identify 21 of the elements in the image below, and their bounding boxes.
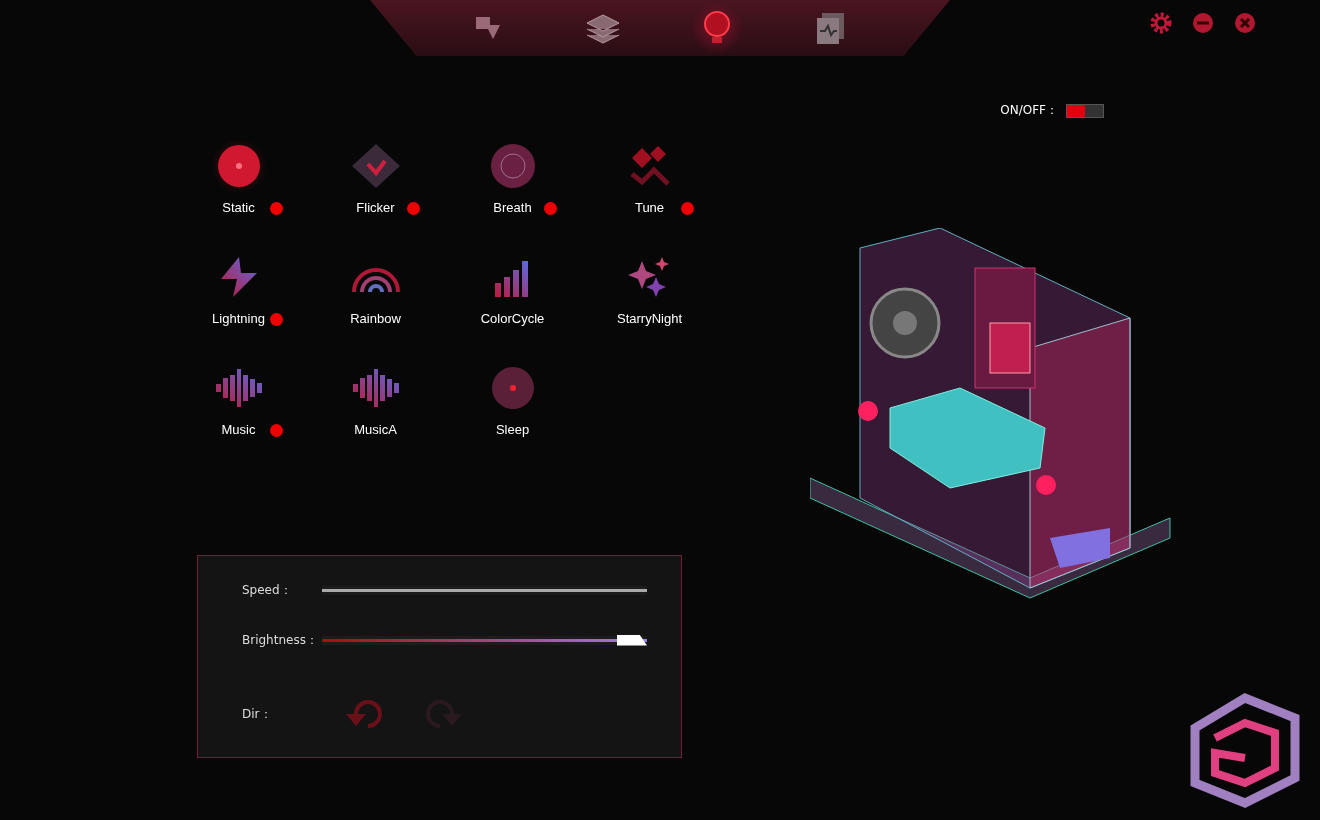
effect-option[interactable]: MusicA	[307, 360, 444, 437]
power-label: ON/OFF：	[1000, 102, 1058, 119]
effect-option[interactable]: Breath	[444, 138, 581, 215]
effect-option[interactable]: Music	[170, 360, 307, 437]
effect-option[interactable]: Lightning	[170, 249, 307, 326]
effect-option[interactable]: Flicker	[307, 138, 444, 215]
effect-option[interactable]: Static	[170, 138, 307, 215]
effect-option[interactable]: ColorCycle	[444, 249, 581, 326]
slider-label: Brightness：	[242, 631, 319, 649]
effect-option[interactable]: Rainbow	[307, 249, 444, 326]
power-toggle[interactable]	[1066, 103, 1104, 118]
direction-label: Dir：	[242, 705, 273, 723]
slider-thumb[interactable]	[617, 634, 647, 646]
minimize-button[interactable]	[1192, 12, 1214, 34]
close-button[interactable]	[1234, 12, 1256, 34]
effect-option[interactable]: Sleep	[444, 360, 581, 437]
effect-option[interactable]: Tune	[581, 138, 718, 215]
effect-option[interactable]: StarryNight	[581, 249, 718, 326]
bulb-icon	[702, 10, 732, 46]
settings-button[interactable]	[1150, 12, 1172, 34]
slider-label: Speed：	[242, 581, 293, 599]
